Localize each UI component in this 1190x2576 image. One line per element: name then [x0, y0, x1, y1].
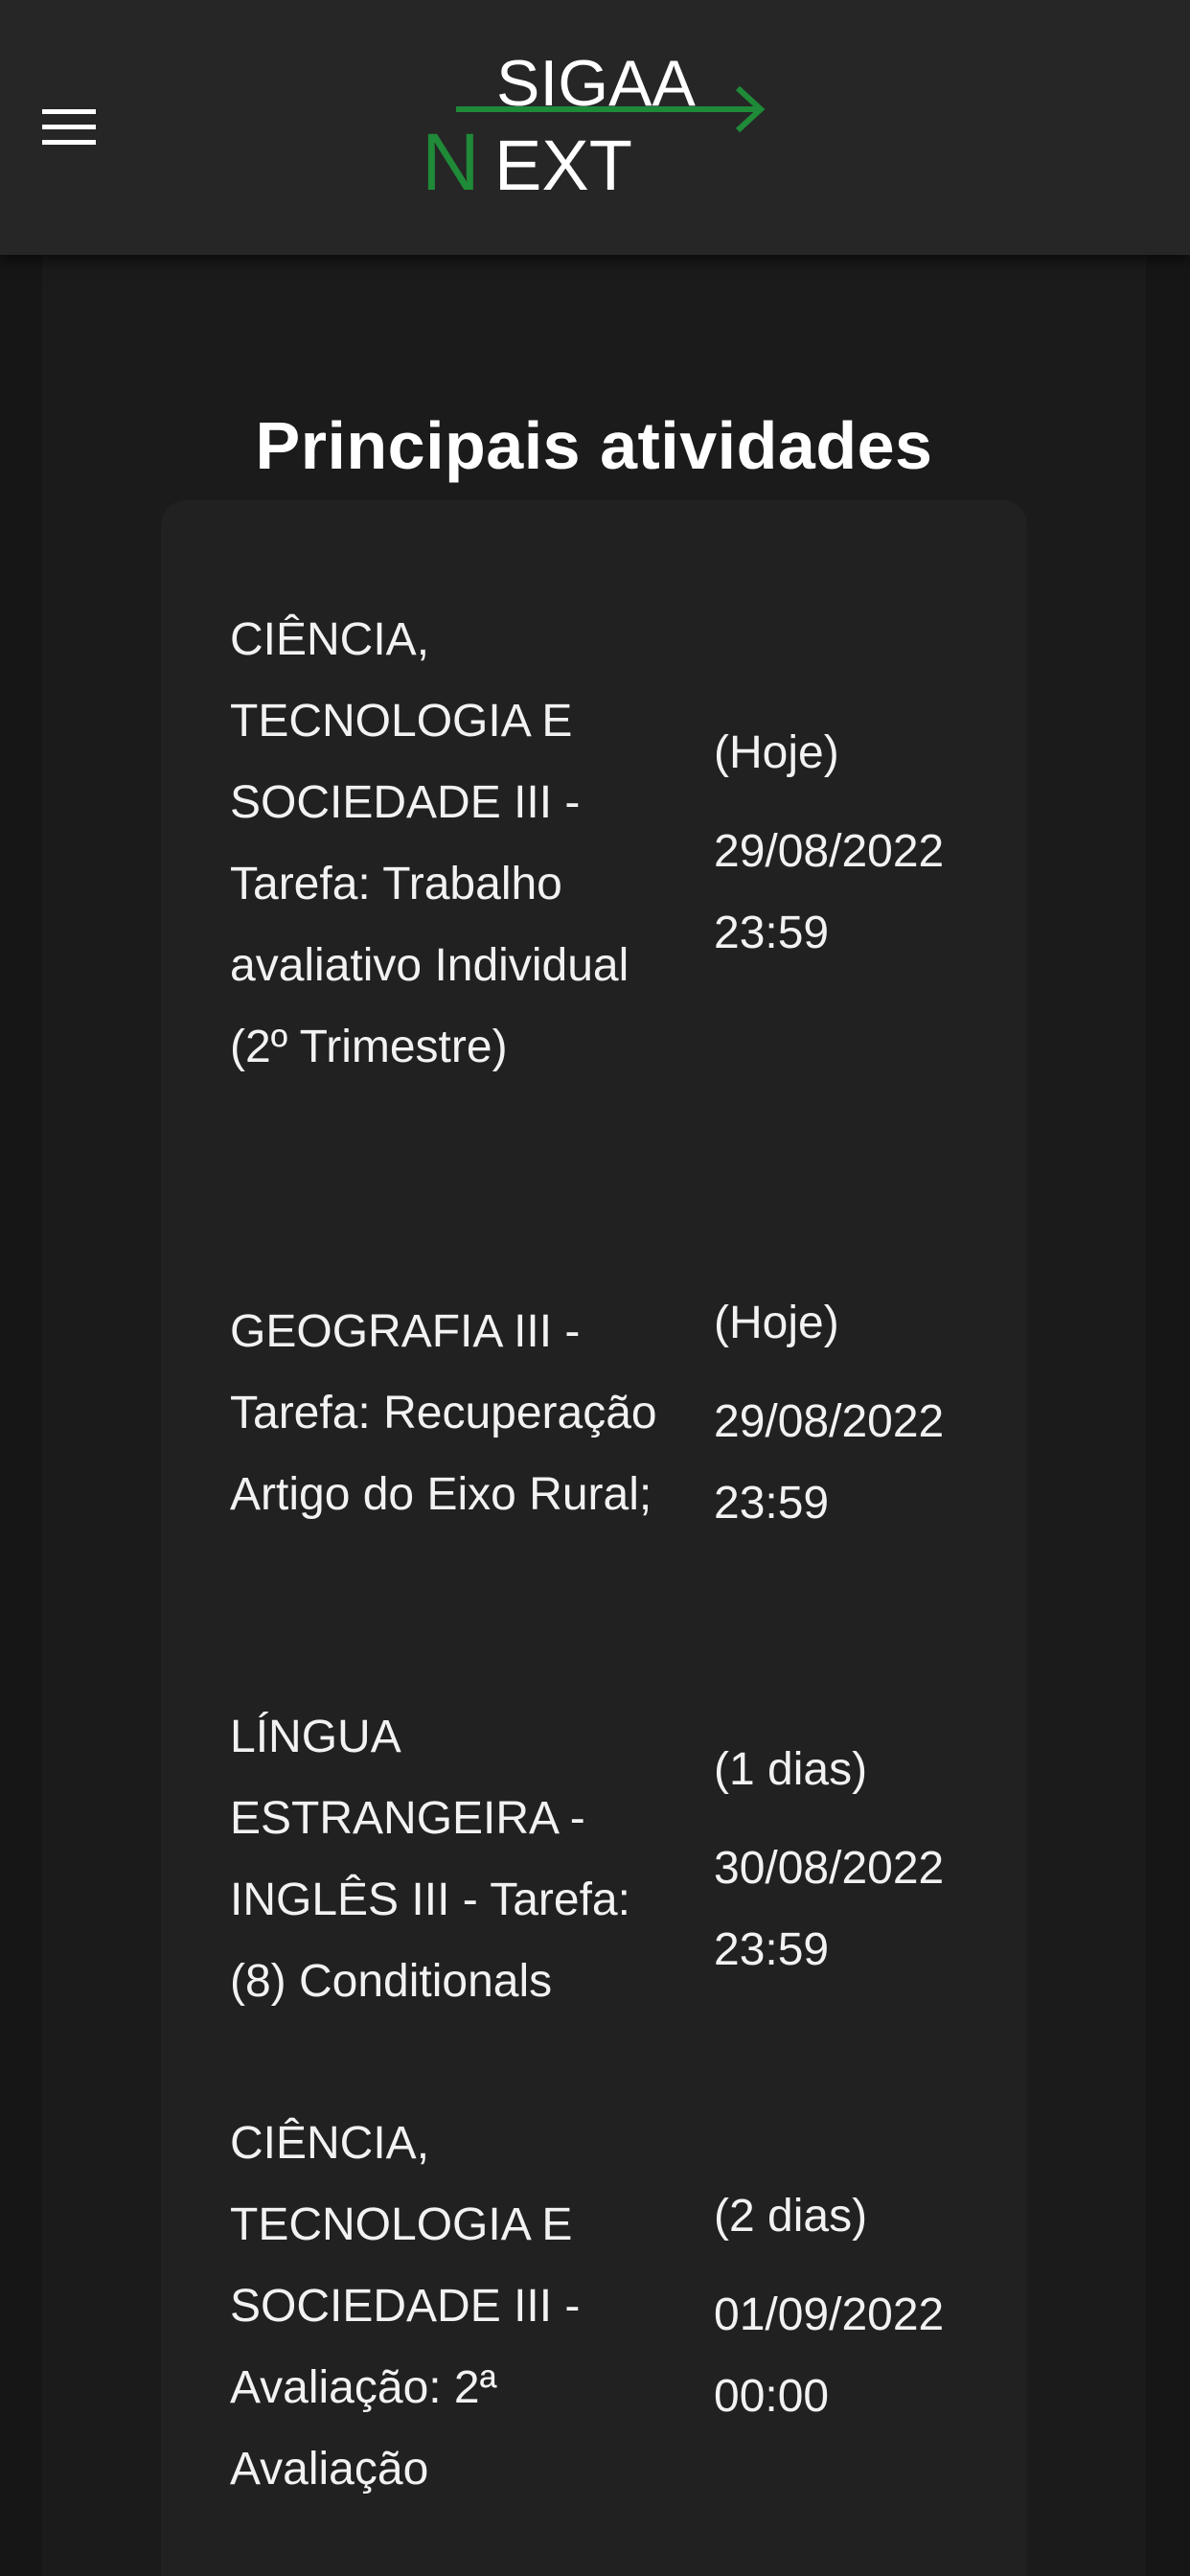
menu-button[interactable] [29, 86, 109, 167]
activity-deadline: (2 dias) 01/09/2022 00:00 [714, 2175, 1016, 2437]
activity-title: GEOGRAFIA III - Tarefa: Recuperação Arti… [230, 1306, 657, 1520]
activity-item[interactable]: LÍNGUA ESTRANGEIRA - INGLÊS III - Tarefa… [230, 1696, 1016, 2022]
section-title: Principais atividades [255, 407, 933, 483]
activities-card: CIÊNCIA, TECNOLOGIA E SOCIEDADE III - Ta… [161, 500, 1027, 2576]
activity-title: CIÊNCIA, TECNOLOGIA E SOCIEDADE III - Av… [230, 2118, 581, 2495]
activity-deadline: (1 dias) 30/08/2022 23:59 [714, 1729, 1016, 1990]
app-screen: SIGAA N EXT Principais atividades CIÊNCI… [0, 0, 1190, 2576]
logo-ext-text: EXT [494, 126, 632, 201]
activity-relative-time: (1 dias) [714, 1743, 868, 1795]
activity-deadline: (Hoje) 29/08/2022 23:59 [714, 1282, 1016, 1544]
main-content: Principais atividades CIÊNCIA, TECNOLOGI… [42, 255, 1146, 2576]
activity-relative-time: (Hoje) [714, 727, 839, 778]
activity-due-date: 30/08/2022 23:59 [714, 1842, 945, 1975]
activity-relative-time: (2 dias) [714, 2191, 868, 2242]
top-app-bar: SIGAA N EXT [0, 0, 1190, 255]
activity-item[interactable]: CIÊNCIA, TECNOLOGIA E SOCIEDADE III - Ta… [230, 558, 1016, 1128]
activity-deadline: (Hoje) 29/08/2022 23:59 [714, 712, 1016, 974]
activity-item[interactable]: GEOGRAFIA III - Tarefa: Recuperação Arti… [230, 1209, 1016, 1617]
activity-due-date: 29/08/2022 23:59 [714, 1396, 945, 1529]
hamburger-menu-icon [42, 109, 96, 145]
activity-title: CIÊNCIA, TECNOLOGIA E SOCIEDADE III - Ta… [230, 613, 629, 1072]
activity-item[interactable]: CIÊNCIA, TECNOLOGIA E SOCIEDADE III - Av… [230, 2103, 1016, 2510]
activity-title: LÍNGUA ESTRANGEIRA - INGLÊS III - Tarefa… [230, 1712, 630, 2007]
sigaa-next-logo: SIGAA N EXT [422, 47, 766, 201]
logo-n-letter: N [422, 117, 480, 201]
activity-due-date: 01/09/2022 00:00 [714, 2289, 945, 2422]
activity-due-date: 29/08/2022 23:59 [714, 826, 945, 958]
activity-relative-time: (Hoje) [714, 1298, 839, 1348]
